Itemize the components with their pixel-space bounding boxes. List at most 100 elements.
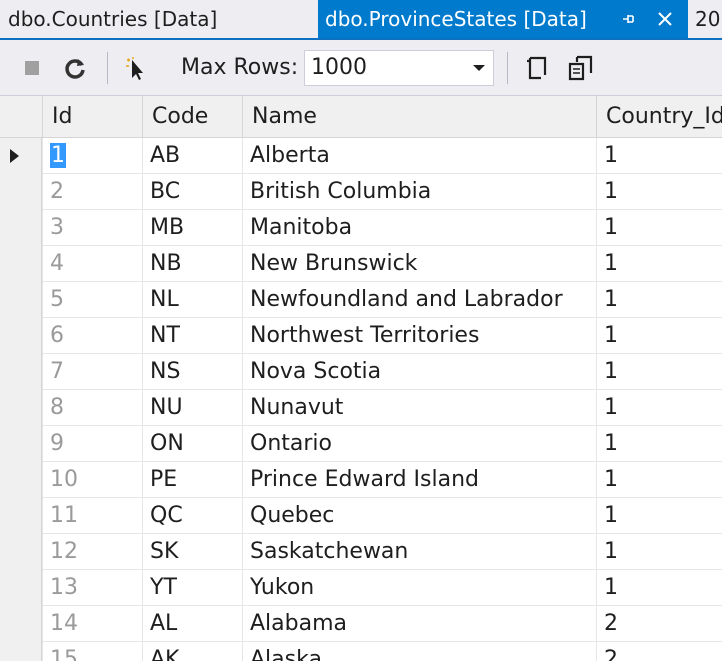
cell-name[interactable]: Nunavut [242, 390, 596, 426]
cell-id[interactable]: 8 [42, 390, 142, 426]
table-row[interactable]: 2 BC British Columbia 1 [0, 174, 722, 210]
row-selector[interactable] [0, 138, 42, 174]
cell-id[interactable]: 12 [42, 534, 142, 570]
table-row[interactable]: 11 QC Quebec 1 [0, 498, 722, 534]
cell-code[interactable]: PE [142, 462, 242, 498]
cell-country-id[interactable]: 1 [596, 138, 722, 174]
cell-id[interactable]: 10 [42, 462, 142, 498]
cell-name[interactable]: Newfoundland and Labrador [242, 282, 596, 318]
cell-id[interactable]: 13 [42, 570, 142, 606]
cell-name[interactable]: Alberta [242, 138, 596, 174]
row-selector[interactable] [0, 498, 42, 534]
cell-id[interactable]: 5 [42, 282, 142, 318]
cell-country-id[interactable]: 1 [596, 390, 722, 426]
close-icon[interactable] [652, 0, 678, 38]
cell-name[interactable]: Prince Edward Island [242, 462, 596, 498]
cell-name[interactable]: Ontario [242, 426, 596, 462]
column-header-code[interactable]: Code [142, 96, 242, 137]
row-selector[interactable] [0, 570, 42, 606]
cell-id[interactable]: 2 [42, 174, 142, 210]
cell-code[interactable]: AB [142, 138, 242, 174]
cell-name[interactable]: Manitoba [242, 210, 596, 246]
tab-overflow[interactable]: 20 [688, 0, 722, 38]
cell-country-id[interactable]: 1 [596, 498, 722, 534]
row-selector[interactable] [0, 642, 42, 661]
cell-code[interactable]: NL [142, 282, 242, 318]
table-row[interactable]: 10 PE Prince Edward Island 1 [0, 462, 722, 498]
cell-name[interactable]: Quebec [242, 498, 596, 534]
cell-code[interactable]: MB [142, 210, 242, 246]
cell-id[interactable]: 7 [42, 354, 142, 390]
table-row[interactable]: 15 AK Alaska 2 [0, 642, 722, 661]
table-row[interactable]: 5 NL Newfoundland and Labrador 1 [0, 282, 722, 318]
cell-code[interactable]: NB [142, 246, 242, 282]
row-selector[interactable] [0, 534, 42, 570]
cell-country-id[interactable]: 1 [596, 282, 722, 318]
cell-country-id[interactable]: 1 [596, 318, 722, 354]
row-selector[interactable] [0, 426, 42, 462]
cell-id[interactable]: 6 [42, 318, 142, 354]
cell-country-id[interactable]: 1 [596, 354, 722, 390]
cell-code[interactable]: YT [142, 570, 242, 606]
row-selector[interactable] [0, 318, 42, 354]
tab-countries-data[interactable]: dbo.Countries [Data] [0, 0, 318, 38]
script-icon[interactable] [522, 54, 552, 82]
row-selector[interactable] [0, 282, 42, 318]
results-grid[interactable]: Id Code Name Country_Id 1 AB Alberta 1 2… [0, 96, 722, 661]
filter-icon[interactable] [120, 54, 150, 82]
cell-code[interactable]: SK [142, 534, 242, 570]
cell-country-id[interactable]: 1 [596, 534, 722, 570]
row-selector[interactable] [0, 390, 42, 426]
cell-id[interactable]: 4 [42, 246, 142, 282]
cell-name[interactable]: Northwest Territories [242, 318, 596, 354]
cell-name[interactable]: Nova Scotia [242, 354, 596, 390]
cell-id[interactable]: 9 [42, 426, 142, 462]
cell-code[interactable]: NS [142, 354, 242, 390]
cell-name[interactable]: Alabama [242, 606, 596, 642]
stop-icon[interactable] [17, 54, 47, 82]
cell-country-id[interactable]: 1 [596, 426, 722, 462]
table-row[interactable]: 12 SK Saskatchewan 1 [0, 534, 722, 570]
table-row[interactable]: 7 NS Nova Scotia 1 [0, 354, 722, 390]
max-rows-dropdown[interactable]: 1000 [304, 50, 494, 86]
cell-name[interactable]: British Columbia [242, 174, 596, 210]
column-header-name[interactable]: Name [242, 96, 596, 137]
row-selector[interactable] [0, 246, 42, 282]
cell-code[interactable]: NU [142, 390, 242, 426]
table-row[interactable]: 1 AB Alberta 1 [0, 138, 722, 174]
tab-provincestates-data[interactable]: dbo.ProvinceStates [Data] [318, 0, 688, 38]
column-header-country-id[interactable]: Country_Id [596, 96, 722, 137]
cell-id[interactable]: 1 [42, 138, 142, 174]
cell-id[interactable]: 15 [42, 642, 142, 661]
cell-code[interactable]: NT [142, 318, 242, 354]
table-row[interactable]: 14 AL Alabama 2 [0, 606, 722, 642]
column-header-id[interactable]: Id [42, 96, 142, 137]
table-row[interactable]: 6 NT Northwest Territories 1 [0, 318, 722, 354]
cell-country-id[interactable]: 1 [596, 462, 722, 498]
cell-code[interactable]: BC [142, 174, 242, 210]
cell-id[interactable]: 14 [42, 606, 142, 642]
cell-code[interactable]: QC [142, 498, 242, 534]
cell-id[interactable]: 3 [42, 210, 142, 246]
row-selector[interactable] [0, 606, 42, 642]
cell-name[interactable]: Yukon [242, 570, 596, 606]
cell-name[interactable]: New Brunswick [242, 246, 596, 282]
table-row[interactable]: 8 NU Nunavut 1 [0, 390, 722, 426]
row-selector[interactable] [0, 462, 42, 498]
cell-country-id[interactable]: 1 [596, 174, 722, 210]
row-selector[interactable] [0, 354, 42, 390]
cell-code[interactable]: ON [142, 426, 242, 462]
refresh-icon[interactable] [60, 54, 90, 82]
cell-country-id[interactable]: 1 [596, 246, 722, 282]
table-row[interactable]: 3 MB Manitoba 1 [0, 210, 722, 246]
cell-name[interactable]: Alaska [242, 642, 596, 661]
cell-code[interactable]: AL [142, 606, 242, 642]
row-selector[interactable] [0, 210, 42, 246]
cell-country-id[interactable]: 1 [596, 570, 722, 606]
cell-id[interactable]: 11 [42, 498, 142, 534]
cell-country-id[interactable]: 2 [596, 606, 722, 642]
script-file-icon[interactable] [566, 54, 596, 82]
table-row[interactable]: 9 ON Ontario 1 [0, 426, 722, 462]
cell-country-id[interactable]: 1 [596, 210, 722, 246]
cell-code[interactable]: AK [142, 642, 242, 661]
